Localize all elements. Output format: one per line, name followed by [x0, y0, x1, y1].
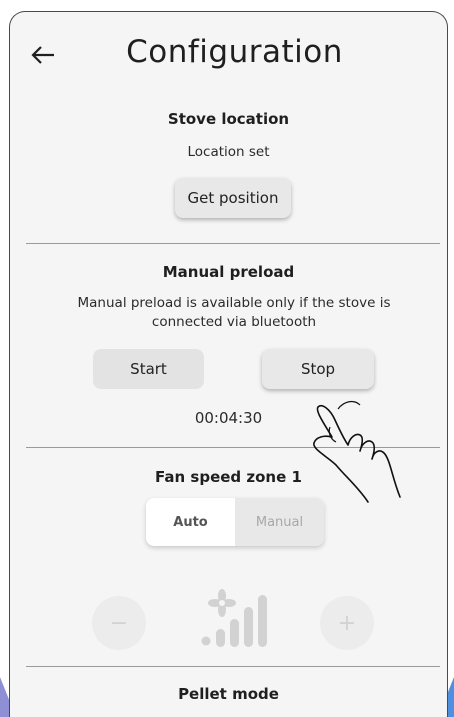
fan-speed-icon [201, 589, 267, 647]
divider [26, 666, 440, 667]
device-frame: Configuration Stove location Location se… [0, 0, 454, 717]
stove-location-title: Stove location [167, 110, 290, 128]
start-button[interactable]: Start [93, 349, 204, 389]
fan-decrease-button[interactable]: − [92, 596, 146, 650]
stop-button[interactable]: Stop [262, 349, 374, 389]
fan-mode-toggle: Auto Manual [146, 498, 324, 546]
fan-increase-button[interactable]: + [320, 596, 374, 650]
page-title: Configuration [126, 34, 343, 70]
fan-mode-auto[interactable]: Auto [146, 498, 235, 546]
configuration-screen: Configuration Stove location Location se… [9, 11, 448, 717]
divider [26, 243, 440, 244]
get-position-button[interactable]: Get position [175, 178, 291, 218]
tap-hand-icon [313, 400, 401, 503]
manual-preload-description: Manual preload is available only if the … [77, 295, 391, 330]
pellet-mode-title: Pellet mode [178, 685, 279, 703]
location-status: Location set [187, 144, 270, 160]
manual-preload-title: Manual preload [162, 263, 295, 281]
